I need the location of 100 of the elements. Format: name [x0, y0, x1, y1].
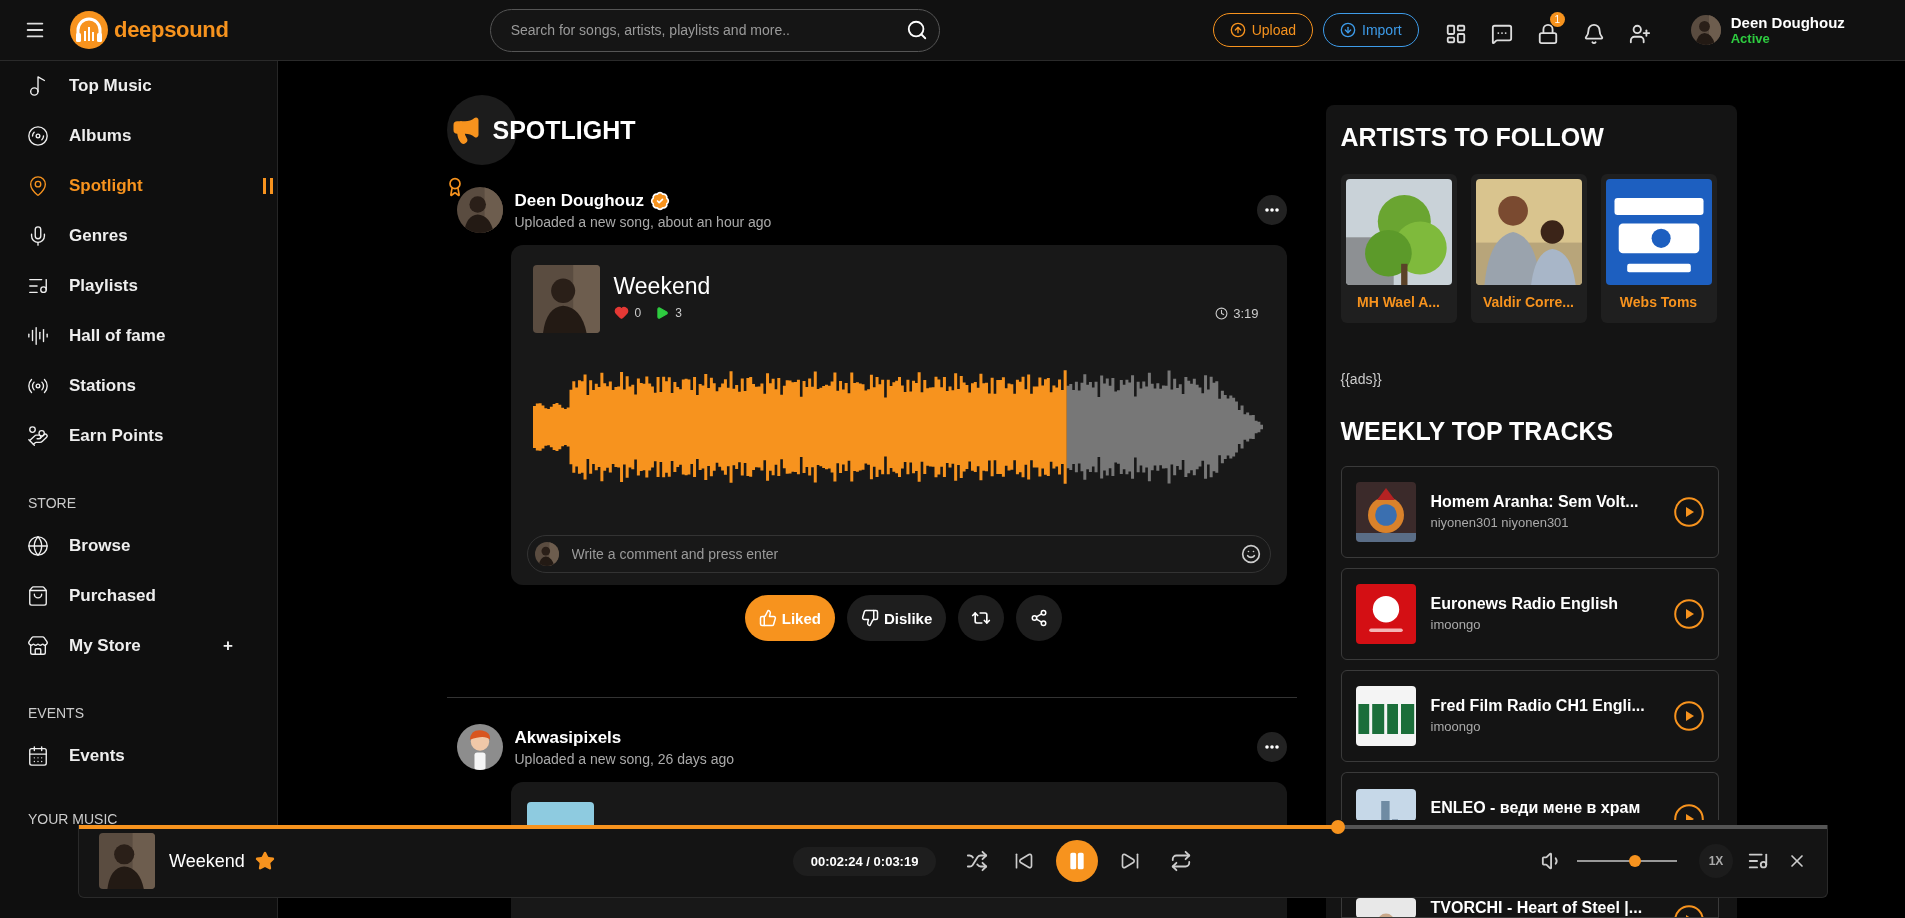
play-count: 3 [675, 305, 682, 320]
play-button[interactable] [1673, 701, 1704, 731]
previous-button[interactable] [1014, 851, 1035, 871]
more-button[interactable] [1256, 195, 1287, 225]
clock-icon [1215, 306, 1229, 320]
repeat-icon [1170, 850, 1193, 872]
dislike-button[interactable]: Dislike [846, 595, 947, 641]
favorite-star-icon[interactable] [254, 851, 275, 871]
playback-time: 00:02:24 / 0:03:19 [792, 846, 937, 876]
author-name[interactable]: Akwasipixels [514, 727, 622, 748]
waveform[interactable] [532, 367, 1263, 487]
section-title: YOUR MUSIC [27, 810, 119, 829]
more-button[interactable] [1256, 732, 1287, 762]
upload-icon [1229, 22, 1246, 38]
song-title[interactable]: Weekend [613, 273, 1202, 300]
lock-icon [1536, 23, 1559, 45]
section-title: STORE [27, 494, 77, 513]
play-button[interactable] [1673, 804, 1704, 820]
thumbs-up-icon [758, 609, 777, 627]
next-button[interactable] [1120, 851, 1141, 871]
post-activity: Uploaded a new song, 26 days ago [514, 750, 735, 767]
sidebar-item[interactable]: My Store + [0, 621, 277, 671]
pause-button[interactable] [1056, 840, 1099, 882]
user-name: Deen Doughouz [1730, 14, 1845, 31]
artist-card[interactable]: MH Wael A... [1340, 174, 1457, 323]
artist-card[interactable]: Valdir Corre... [1470, 174, 1587, 323]
next-icon [1120, 851, 1141, 871]
add-button[interactable]: + [223, 636, 233, 656]
sidebar-item[interactable]: Purchased [0, 571, 277, 621]
shuffle-button[interactable] [966, 850, 989, 872]
progress-thumb[interactable] [1330, 820, 1345, 834]
comment-field[interactable]: Write a comment and press enter [526, 535, 1271, 573]
post-activity: Uploaded a new song, about an hour ago [514, 213, 773, 230]
track-row[interactable]: Homem Aranha: Sem Volt... niyonen301 niyonen301 [1340, 466, 1719, 558]
search-icon[interactable] [905, 18, 928, 41]
shuffle-icon [966, 850, 989, 872]
play-icon [1673, 701, 1704, 731]
search-field[interactable]: Search for songs, artists, playlists and more.. [489, 8, 940, 52]
song-duration: 3:19 [1233, 305, 1259, 321]
play-icon [1673, 599, 1704, 629]
notifications-icon [1582, 23, 1605, 45]
ads-text: {{ads}} [1340, 371, 1383, 387]
speed-button[interactable]: 1X [1699, 844, 1733, 878]
share-icon [1030, 609, 1049, 627]
heart-icon [613, 305, 629, 320]
repost-button[interactable] [958, 595, 1005, 641]
track-title: Fred Film Radio CH1 Engli... [1430, 697, 1646, 715]
play-icon [1673, 497, 1704, 527]
play-icon [1673, 804, 1704, 820]
sidebar-item[interactable]: Playlists [0, 261, 277, 311]
track-title: Euronews Radio English [1430, 595, 1620, 613]
artist-card[interactable]: Webs Toms [1600, 174, 1717, 323]
author-name[interactable]: Deen Doughouz [514, 190, 644, 211]
download-icon [1340, 22, 1356, 38]
track-title: Homem Aranha: Sem Volt... [1430, 493, 1640, 511]
more-icon [1264, 208, 1279, 212]
user-status: Active [1730, 31, 1771, 46]
section-title: EVENTS [27, 704, 85, 723]
more-icon [1264, 745, 1279, 749]
previous-icon [1014, 851, 1035, 871]
chat-icon [1490, 23, 1513, 45]
now-playing-title: Weekend [169, 850, 245, 872]
sound-wave-icon [27, 325, 49, 347]
track-artist: imoongo [1430, 719, 1482, 734]
calendar-icon [27, 745, 49, 767]
playing-bars-icon [263, 178, 273, 194]
sidebar-item[interactable]: Spotlight [0, 161, 277, 211]
map-pin-icon [27, 175, 49, 197]
grid-icon [1444, 23, 1467, 45]
track-title: TVORCHI - Heart of Steel |... [1430, 899, 1644, 917]
track-row[interactable]: Euronews Radio English imoongo [1340, 568, 1719, 660]
disc-icon [27, 125, 49, 147]
notification-badge: 1 [1549, 12, 1565, 27]
sidebar-item[interactable]: Top Music [0, 61, 277, 111]
headphones-logo-icon [70, 11, 108, 49]
like-count: 0 [634, 305, 642, 320]
hand-coins-icon [27, 425, 49, 447]
track-title: ENLEO - веди мене в храм [1430, 799, 1642, 817]
sidebar-item[interactable]: Stations [0, 361, 277, 411]
play-button[interactable] [1673, 599, 1704, 629]
sidebar-item[interactable]: Events [0, 731, 277, 781]
play-button[interactable] [1673, 905, 1704, 917]
globe-icon [27, 535, 49, 557]
shopping-bag-icon [27, 585, 49, 607]
sidebar-item[interactable]: Albums [0, 111, 277, 161]
track-row[interactable]: Fred Film Radio CH1 Engli... imoongo [1340, 670, 1719, 762]
sidebar-item[interactable]: Browse [0, 521, 277, 571]
track-artist: niyonen301 niyonen301 [1430, 515, 1570, 530]
thumbs-down-icon [860, 609, 879, 627]
track-artist: imoongo [1430, 617, 1482, 632]
share-button[interactable] [1016, 595, 1063, 641]
section-heading: ARTISTS TO FOLLOW [1340, 123, 1605, 152]
play-button[interactable] [1673, 497, 1704, 527]
sidebar-item[interactable]: Genres [0, 211, 277, 261]
sidebar-item[interactable]: Hall of fame [0, 311, 277, 361]
emoji-icon[interactable] [1240, 544, 1261, 564]
logo-text: deepsound [114, 17, 229, 43]
sidebar-item[interactable]: Earn Points [0, 411, 277, 461]
section-heading: WEEKLY TOP TRACKS [1340, 417, 1615, 446]
repeat-button[interactable] [1170, 850, 1193, 872]
